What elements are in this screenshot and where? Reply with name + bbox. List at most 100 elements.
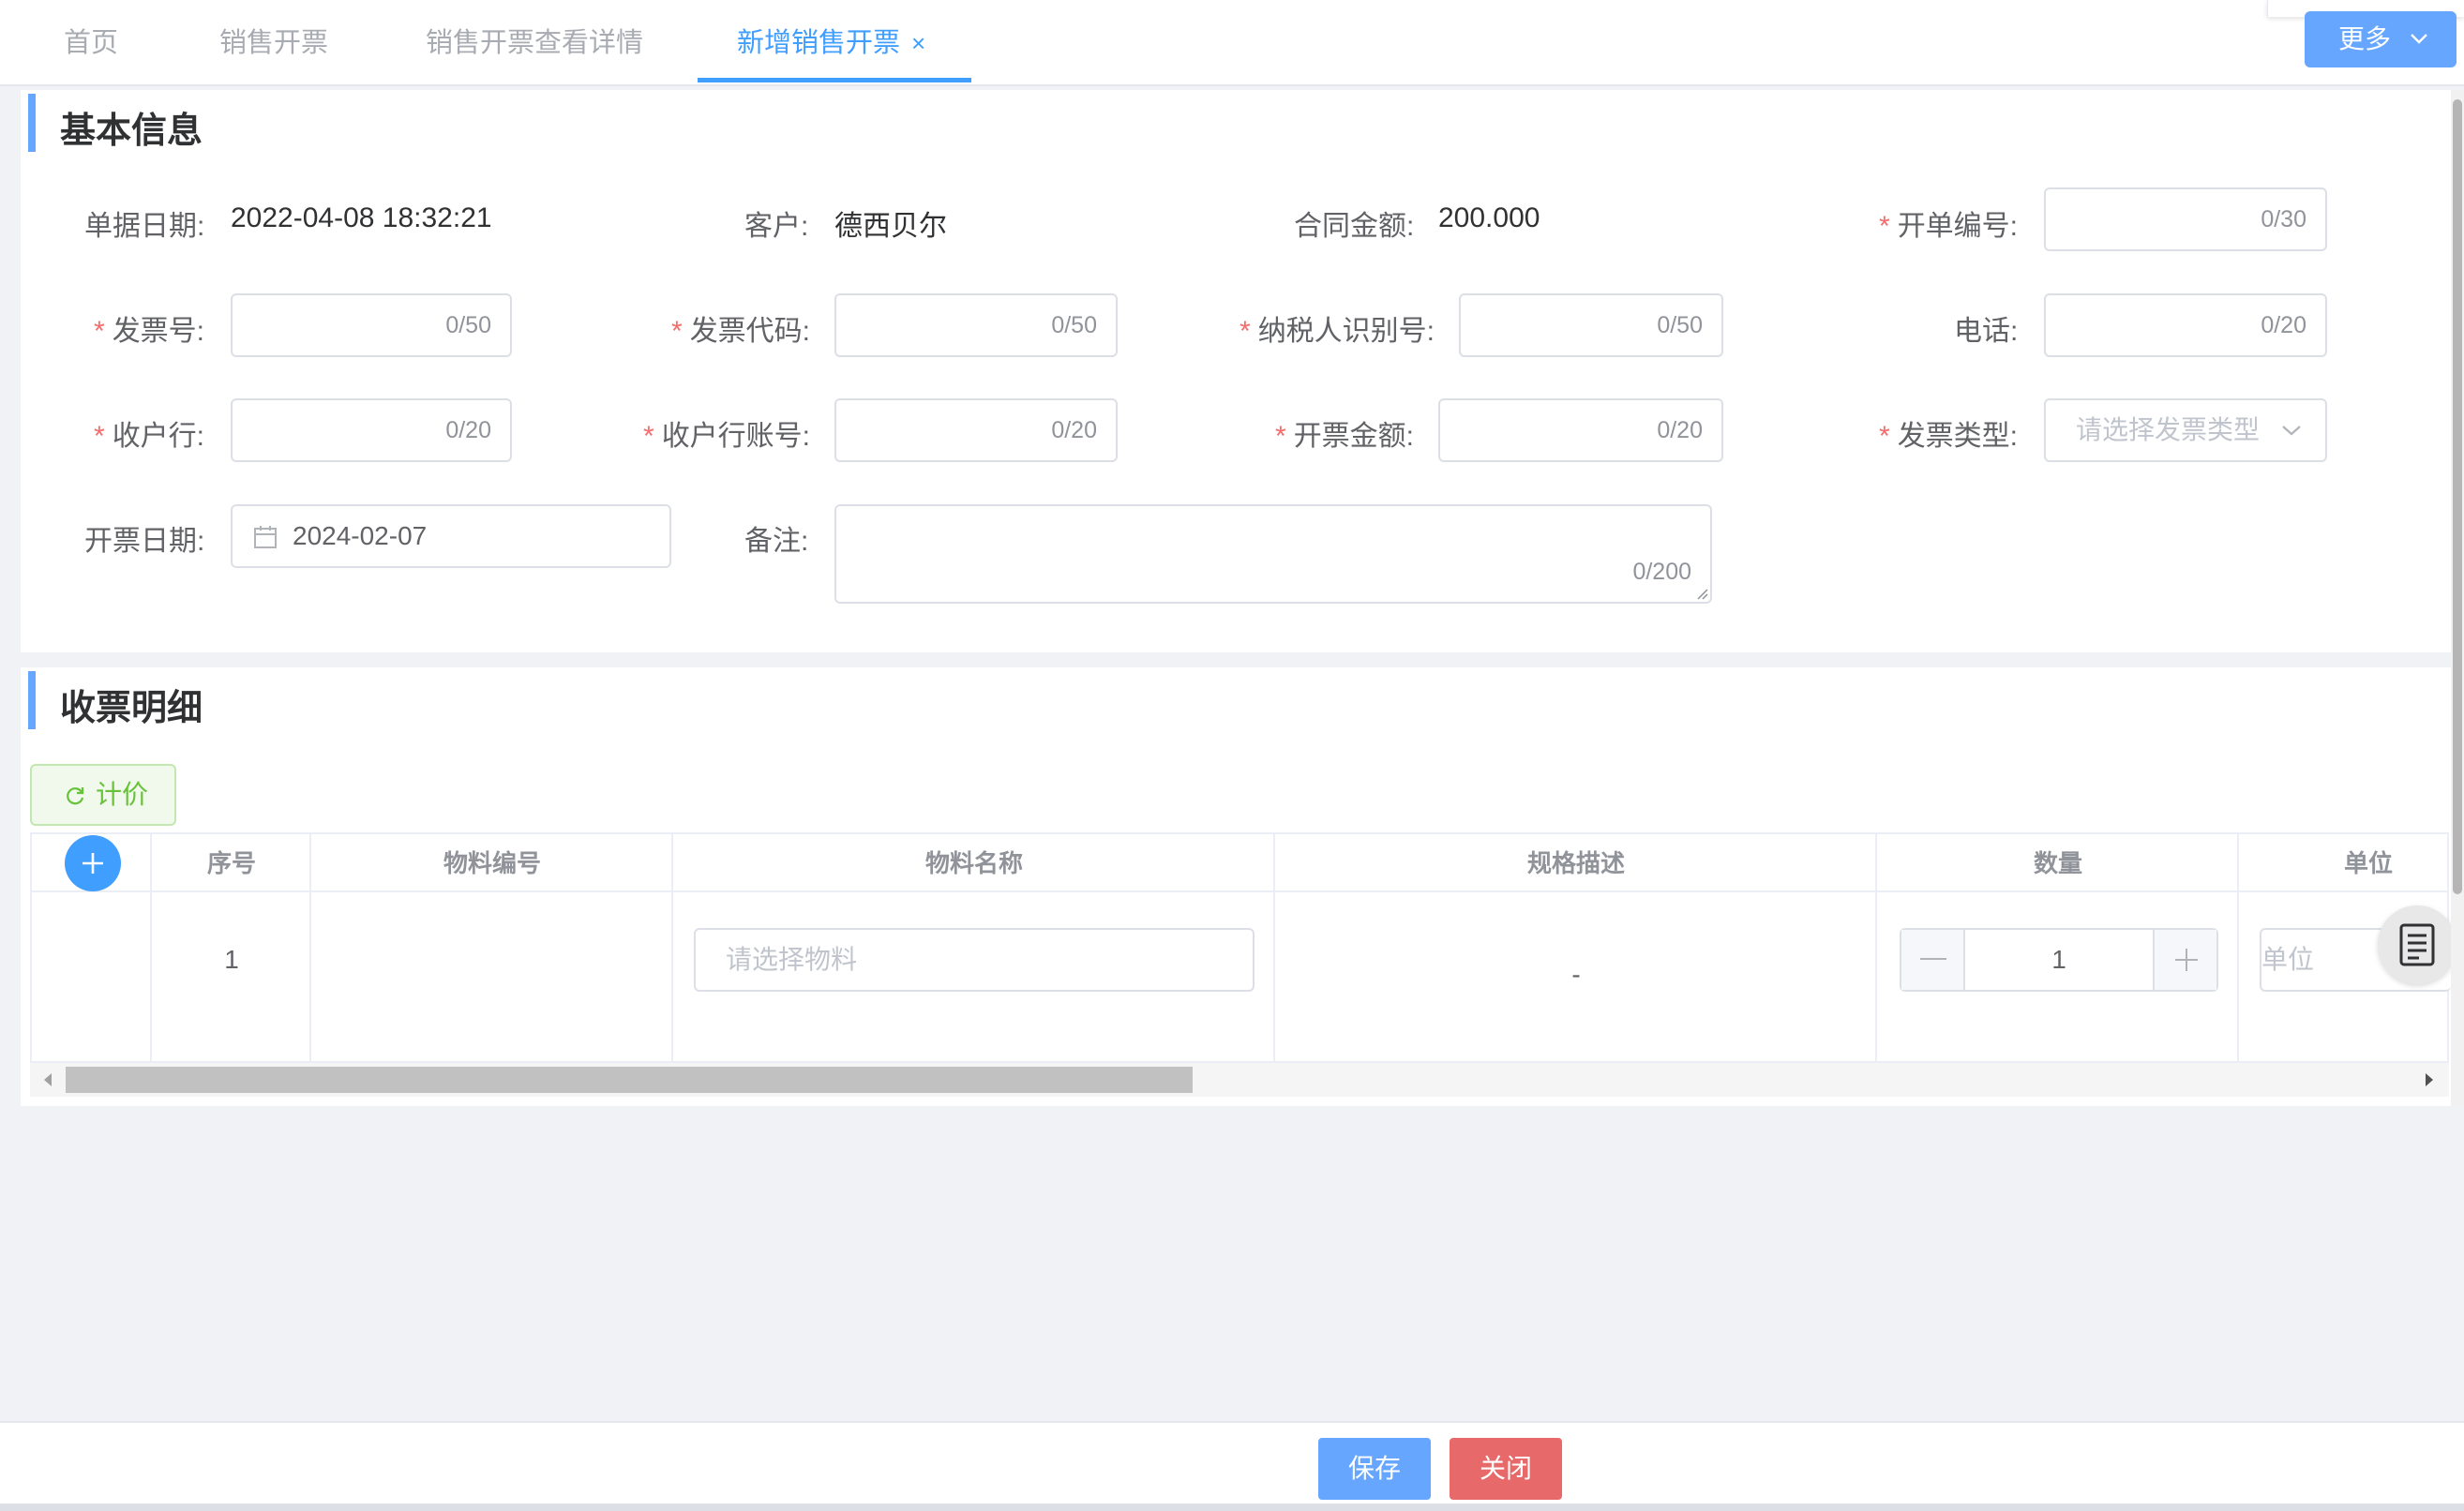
invoice-code-input[interactable]: 0/50 <box>834 293 1118 357</box>
save-button[interactable]: 保存 <box>1318 1438 1431 1500</box>
column-divider <box>1273 834 1275 1063</box>
col-unit: 单位 <box>2343 849 2393 877</box>
detail-title: 收票明细 <box>60 689 203 728</box>
section-accent-bar <box>28 94 36 152</box>
required-mark: * <box>1879 421 1890 452</box>
refresh-icon <box>67 787 84 805</box>
bank-input[interactable]: 0/20 <box>231 398 512 462</box>
required-mark: * <box>94 316 105 347</box>
resize-handle-icon[interactable] <box>1693 585 1708 600</box>
quantity-stepper: 1 <box>1900 928 2218 992</box>
col-material-code: 物料编号 <box>443 849 541 877</box>
invoice-no-input[interactable]: 0/50 <box>231 293 512 357</box>
footer-bar: 保存 关闭 <box>0 1421 2464 1511</box>
invoice-no-label-text: 发票号: <box>112 316 205 347</box>
tab-home[interactable]: 首页 <box>64 0 118 86</box>
bill-no-label: * 开单编号: <box>1879 202 2018 244</box>
invoice-type-label: * 发票类型: <box>1879 412 2018 454</box>
phone-label: 电话: <box>1954 316 2019 347</box>
customer-value: 德西贝尔 <box>834 211 947 242</box>
document-float-button[interactable] <box>2378 905 2456 984</box>
required-mark: * <box>643 421 654 452</box>
customer-label: 客户: <box>744 211 809 242</box>
more-button-label: 更多 <box>2338 24 2392 53</box>
invoice-amount-label-text: 开票金额: <box>1293 421 1415 452</box>
minus-icon <box>1920 958 1946 960</box>
char-count: 0/20 <box>445 417 491 443</box>
column-divider <box>2237 834 2239 1063</box>
bank-label: * 收户行: <box>94 412 204 454</box>
vertical-scrollbar[interactable] <box>2451 90 2464 1106</box>
bill-no-input[interactable]: 0/30 <box>2044 187 2327 251</box>
quantity-value[interactable]: 1 <box>1965 930 2153 990</box>
bill-no-label-text: 开单编号: <box>1897 211 2019 242</box>
char-count: 0/30 <box>2261 206 2306 232</box>
col-index: 序号 <box>206 849 256 877</box>
char-count: 0/20 <box>1657 417 1703 443</box>
invoice-type-label-text: 发票类型: <box>1897 421 2019 452</box>
invoice-type-select[interactable]: 请选择发票类型 <box>2044 398 2327 462</box>
contract-amount-value: 200.000 <box>1438 202 1540 233</box>
column-divider <box>671 834 673 1063</box>
scroll-right-icon[interactable] <box>2423 1072 2436 1087</box>
calendar-icon <box>254 526 277 548</box>
detail-table: 序号 物料编号 物料名称 规格描述 数量 单位 1 请选择物料 - 1 单位 <box>30 832 2451 1063</box>
required-mark: * <box>671 316 683 347</box>
invoice-amount-input[interactable]: 0/20 <box>1438 398 1723 462</box>
char-count: 0/20 <box>1051 417 1097 443</box>
close-button[interactable]: 关闭 <box>1450 1438 1562 1500</box>
taxpayer-id-label: * 纳税人识别号: <box>1240 307 1435 349</box>
active-tab-indicator <box>698 78 971 82</box>
unit-placeholder: 单位 <box>2261 945 2315 974</box>
calc-price-label: 计价 <box>96 780 149 809</box>
tab-sales-invoice-detail[interactable]: 销售开票查看详情 <box>426 0 643 86</box>
table-header: 序号 物料编号 物料名称 规格描述 数量 单位 <box>32 834 2447 892</box>
bank-account-label: * 收户行账号: <box>643 412 810 454</box>
invoice-amount-label: * 开票金额: <box>1275 412 1414 454</box>
section-accent-bar <box>28 671 36 729</box>
horizontal-scrollbar[interactable] <box>30 1063 2449 1097</box>
more-button[interactable]: 更多 <box>2305 11 2456 67</box>
invoice-no-label: * 发票号: <box>94 307 204 349</box>
column-divider <box>1875 834 1877 1063</box>
invoice-date-value: 2024-02-07 <box>293 521 428 550</box>
material-placeholder: 请选择物料 <box>726 945 858 974</box>
scroll-thumb[interactable] <box>66 1067 1193 1093</box>
remark-textarea[interactable]: 0/200 <box>834 504 1712 604</box>
decrease-button[interactable] <box>1901 930 1965 990</box>
phone-input[interactable]: 0/20 <box>2044 293 2327 357</box>
chevron-down-icon <box>2282 426 2301 436</box>
invoice-code-label-text: 发票代码: <box>689 316 811 347</box>
invoice-date-label: 开票日期: <box>84 526 205 557</box>
basic-info-title: 基本信息 <box>60 112 203 151</box>
add-row-icon[interactable] <box>64 834 122 892</box>
row-index: 1 <box>224 945 239 974</box>
doc-date-value: 2022-04-08 18:32:21 <box>231 202 492 233</box>
invoice-date-picker[interactable]: 2024-02-07 <box>231 504 671 568</box>
required-mark: * <box>1275 421 1286 452</box>
scroll-left-icon[interactable] <box>41 1072 54 1087</box>
tab-sales-invoice[interactable]: 销售开票 <box>219 0 328 86</box>
remark-label: 备注: <box>744 526 809 557</box>
spec-value: - <box>1571 960 1581 989</box>
close-icon[interactable]: × <box>911 28 925 58</box>
char-count: 0/50 <box>445 312 491 338</box>
bottom-edge <box>0 1504 2464 1511</box>
taxpayer-id-input[interactable]: 0/50 <box>1459 293 1723 357</box>
doc-date-label: 单据日期: <box>84 211 205 242</box>
bank-account-input[interactable]: 0/20 <box>834 398 1118 462</box>
increase-button[interactable] <box>2153 930 2216 990</box>
required-mark: * <box>1240 316 1251 347</box>
char-count: 0/50 <box>1657 312 1703 338</box>
calc-price-button[interactable]: 计价 <box>30 764 176 826</box>
material-select[interactable]: 请选择物料 <box>694 928 1255 992</box>
char-count: 0/200 <box>1632 559 1691 585</box>
select-placeholder: 请选择发票类型 <box>2076 415 2261 444</box>
bank-label-text: 收户行: <box>112 421 205 452</box>
tab-bar: 首页 销售开票 销售开票查看详情 新增销售开票 × 更多 <box>0 0 2464 86</box>
scroll-thumb[interactable] <box>2453 99 2462 894</box>
contract-amount-label: 合同金额: <box>1294 211 1415 242</box>
col-quantity: 数量 <box>2033 849 2082 877</box>
tab-new-sales-invoice[interactable]: 新增销售开票 <box>737 0 900 86</box>
plus-icon <box>2175 949 2198 971</box>
